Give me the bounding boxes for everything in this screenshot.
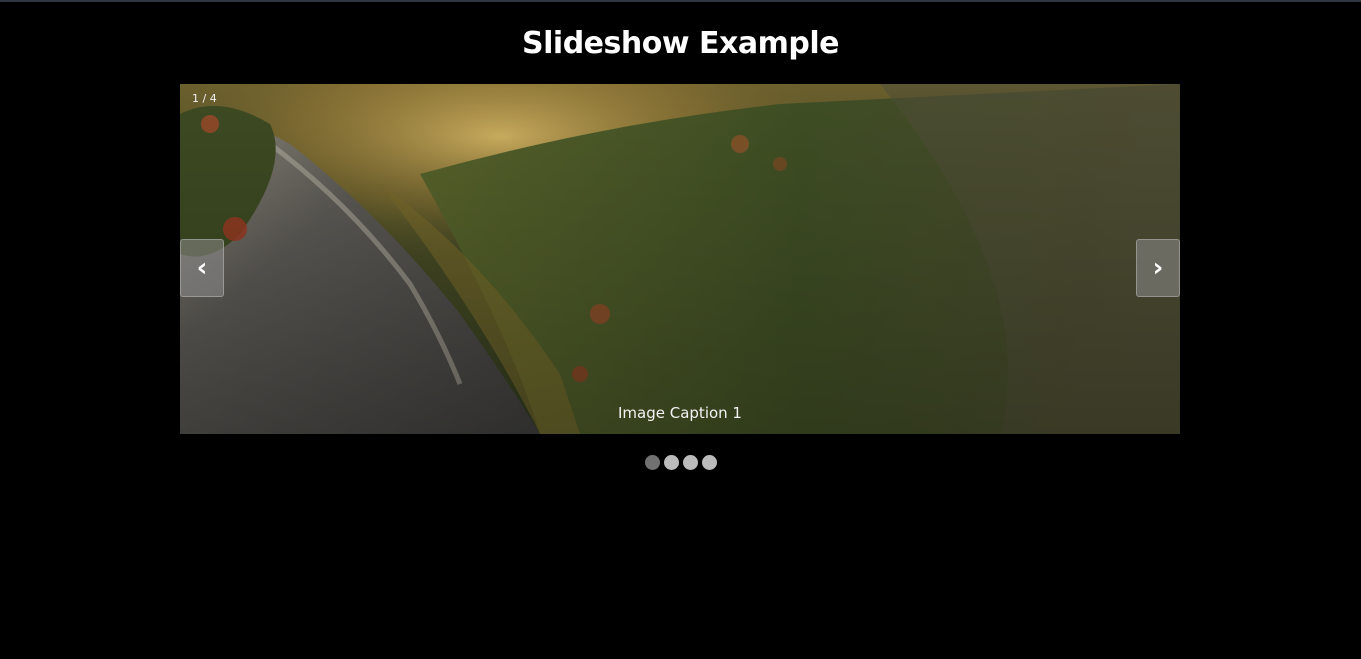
slide-dot-1[interactable] (644, 455, 660, 470)
slide-dot-2[interactable] (663, 455, 679, 470)
slide-indicator-dots (0, 455, 1361, 470)
previous-slide-button[interactable]: ‹ (180, 239, 224, 297)
slide-image (180, 84, 1180, 434)
slide-dot-4[interactable] (701, 455, 717, 470)
next-slide-button[interactable]: › (1136, 239, 1180, 297)
top-border (0, 0, 1361, 2)
slide-caption: Image Caption 1 (618, 404, 742, 422)
slideshow-container: 1 / 4 Image Caption 1 ‹ › (180, 84, 1180, 434)
slide-dot-3[interactable] (682, 455, 698, 470)
slide-counter: 1 / 4 (192, 92, 217, 105)
page-title: Slideshow Example (522, 26, 839, 61)
